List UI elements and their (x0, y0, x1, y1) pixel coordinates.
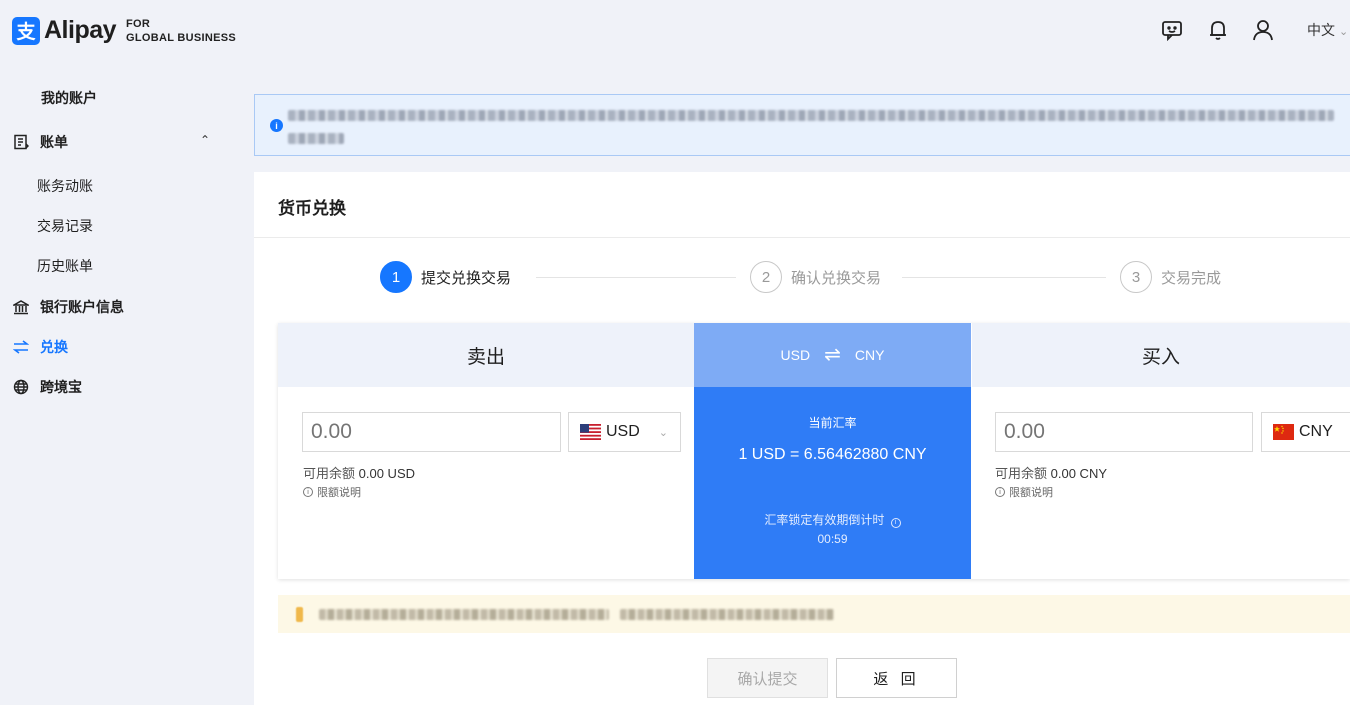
swap-icon[interactable]: ⇌ (824, 345, 841, 365)
logo-subtitle: FOR GLOBAL BUSINESS (126, 17, 236, 45)
rate-panel: 当前汇率 1 USD = 6.56462880 CNY 汇率锁定有效期倒计时 i… (694, 387, 971, 579)
currency-code: USD (606, 423, 640, 440)
sidebar-item-label: 跨境宝 (40, 379, 82, 395)
bank-icon (12, 299, 30, 315)
sidebar-item-transactions[interactable]: 交易记录 (37, 214, 93, 238)
buy-amount-input[interactable] (995, 412, 1253, 452)
balance-value: 0.00 USD (358, 466, 416, 481)
chevron-down-icon: ⌄ (1339, 26, 1349, 38)
info-icon: i (303, 487, 313, 497)
feedback-icon[interactable] (1160, 18, 1184, 42)
alipay-logo-mark: 支 (12, 16, 40, 45)
sidebar-item-my-account[interactable]: 我的账户 (41, 86, 97, 110)
pair-to: CNY (854, 347, 885, 363)
logo-text: Alipay (44, 16, 117, 44)
step-number: 1 (380, 261, 412, 293)
language-selector[interactable]: 中文 ⌄ (1307, 20, 1348, 40)
sell-amount-input[interactable] (302, 412, 561, 452)
blurred-text (288, 133, 344, 144)
top-header: 支 Alipay FOR GLOBAL BUSINESS 中文 ⌄ (0, 0, 1350, 62)
step-connector (536, 277, 736, 278)
logo-subtitle-line1: FOR (126, 17, 151, 30)
balance-label: 可用余额 (303, 466, 356, 481)
chevron-down-icon: ⌄ (658, 426, 668, 439)
currency-pair-header: USD ⇌ CNY (694, 323, 971, 387)
balance-value: 0.00 CNY (1050, 466, 1108, 481)
divider (254, 237, 1350, 238)
info-icon: i (995, 487, 1005, 497)
logo-subtitle-line2: GLOBAL BUSINESS (126, 31, 237, 44)
step-2: 2 确认兑换交易 (750, 261, 881, 293)
lock-label-text: 汇率锁定有效期倒计时 (764, 513, 885, 527)
sidebar-item-cross-border[interactable]: 跨境宝 (12, 375, 82, 399)
sidebar-item-account-activity[interactable]: 账务动账 (37, 174, 93, 198)
buy-balance: 可用余额 0.00 CNY (995, 463, 1107, 482)
notice-banner: i (254, 94, 1350, 156)
step-number: 3 (1120, 261, 1152, 293)
blurred-text (620, 609, 834, 620)
sidebar-item-label: 账单 (40, 134, 68, 150)
rate-value: 1 USD = 6.56462880 CNY (738, 446, 927, 463)
language-label: 中文 (1307, 22, 1335, 38)
buy-header: 买入 (972, 323, 1350, 387)
limit-label: 限额说明 (317, 487, 361, 499)
sell-currency-select[interactable]: USD ⌄ (568, 412, 681, 452)
step-1: 1 提交兑换交易 (380, 261, 511, 293)
step-label: 提交兑换交易 (421, 269, 512, 287)
currency-code: CNY (1299, 423, 1333, 440)
sell-balance: 可用余额 0.00 USD (303, 463, 415, 482)
step-label: 交易完成 (1161, 269, 1222, 287)
page-title: 货币兑换 (278, 199, 346, 218)
sidebar-item-label: 我的账户 (41, 90, 97, 106)
step-number: 2 (750, 261, 782, 293)
countdown-timer: 00:59 (817, 532, 848, 546)
sidebar-item-label: 账务动账 (37, 178, 93, 194)
info-icon[interactable]: i (890, 517, 901, 528)
pair-from: USD (780, 347, 811, 363)
limit-label: 限额说明 (1009, 487, 1053, 499)
bill-icon (12, 134, 30, 150)
confirm-submit-button[interactable]: 确认提交 (707, 658, 828, 698)
step-label: 确认兑换交易 (791, 269, 882, 287)
sidebar-item-bank-info[interactable]: 银行账户信息 (12, 295, 124, 319)
back-button[interactable]: 返 回 (836, 658, 957, 698)
sidebar-item-label: 历史账单 (37, 258, 93, 274)
exchange-panel: 卖出 USD ⇌ CNY 买入 USD ⌄ 可用余额 0.00 USD (278, 323, 1350, 579)
bell-icon[interactable] (1206, 18, 1230, 42)
blurred-text (319, 609, 609, 620)
blurred-text (288, 110, 1334, 121)
sidebar-item-bill[interactable]: 账单 (12, 130, 68, 154)
sidebar-item-history-bills[interactable]: 历史账单 (37, 254, 93, 278)
sidebar-item-exchange[interactable]: 兑换 (12, 335, 68, 359)
us-flag-icon (580, 424, 601, 440)
step-3: 3 交易完成 (1120, 261, 1221, 293)
chevron-up-icon[interactable]: ⌃ (200, 133, 210, 147)
currency-exchange-card: 货币兑换 1 提交兑换交易 2 确认兑换交易 3 交易完成 卖出 USD ⇌ C… (254, 172, 1350, 705)
exchange-icon (12, 340, 30, 354)
buy-currency-select[interactable]: CNY (1261, 412, 1350, 452)
sell-limit-link[interactable]: i 限额说明 (303, 484, 361, 500)
balance-label: 可用余额 (995, 466, 1048, 481)
globe-icon (12, 379, 30, 395)
buy-limit-link[interactable]: i 限额说明 (995, 484, 1053, 500)
sidebar-item-label: 银行账户信息 (40, 299, 124, 315)
warning-icon (296, 607, 303, 622)
cn-flag-icon (1273, 424, 1294, 440)
step-connector (902, 277, 1106, 278)
info-icon: i (270, 119, 283, 132)
user-icon[interactable] (1251, 18, 1275, 42)
warning-banner (278, 595, 1350, 633)
sell-header: 卖出 (278, 323, 694, 387)
alipay-logo[interactable]: 支 Alipay FOR GLOBAL BUSINESS (12, 16, 236, 45)
sidebar-item-label: 交易记录 (37, 218, 93, 234)
lock-countdown-label: 汇率锁定有效期倒计时 i (694, 511, 971, 528)
sidebar-item-label: 兑换 (40, 339, 68, 355)
rate-label: 当前汇率 (808, 416, 857, 430)
